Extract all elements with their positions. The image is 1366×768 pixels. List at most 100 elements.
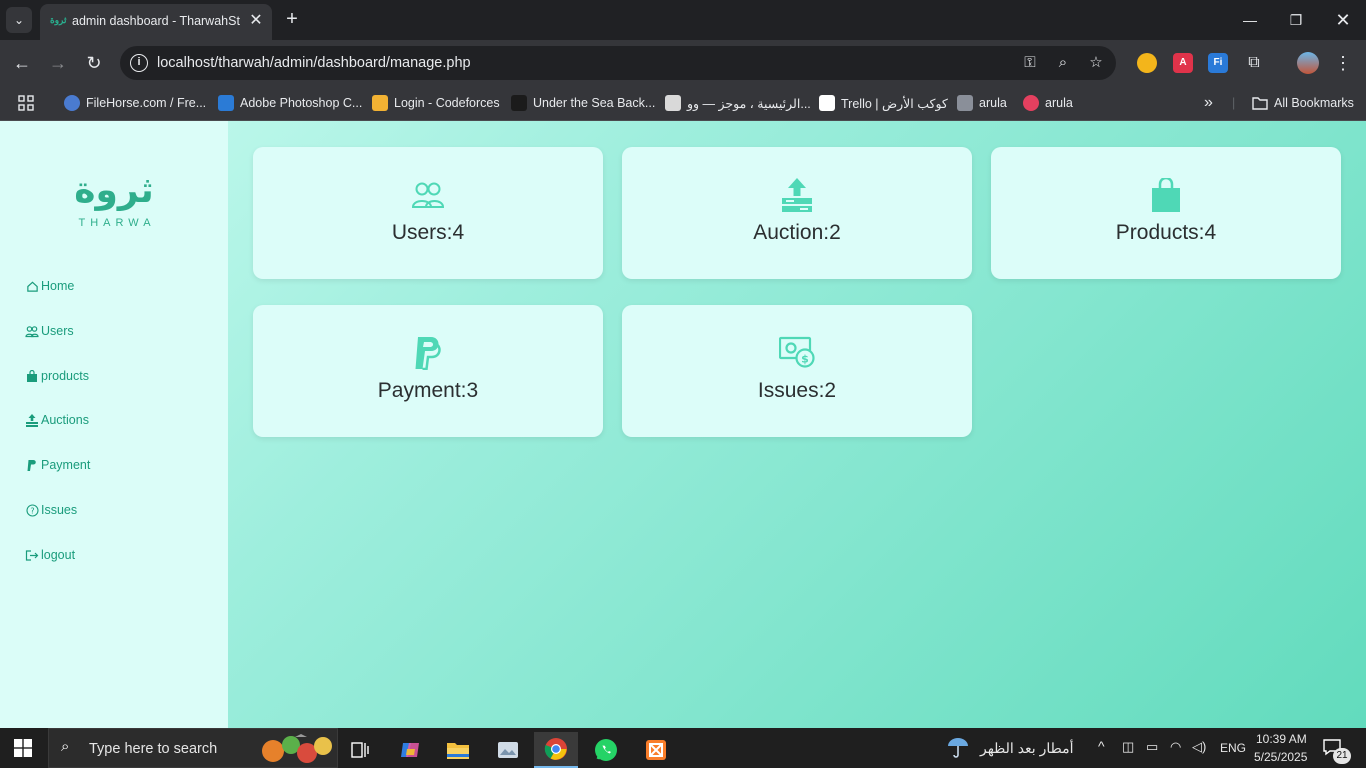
bookmark-favicon xyxy=(64,95,80,111)
extensions-puzzle-icon[interactable]: ⧉ xyxy=(1242,51,1266,75)
bookmark-favicon xyxy=(372,95,388,111)
site-info-icon[interactable]: i xyxy=(130,54,148,72)
password-key-icon[interactable]: ⚿ xyxy=(1020,53,1040,73)
sidebar-item-label: Users xyxy=(41,324,74,338)
battery-icon[interactable]: ▭ xyxy=(1146,739,1158,755)
all-bookmarks-button[interactable]: All Bookmarks xyxy=(1252,92,1354,114)
logo-arabic-text: ثروة xyxy=(74,170,154,211)
task-view-icon[interactable] xyxy=(338,732,382,768)
bookmarks-divider: | xyxy=(1232,96,1236,110)
back-button[interactable]: ← xyxy=(10,51,34,75)
sidebar-item-logout[interactable]: logout xyxy=(25,545,75,565)
pdf-extension-icon[interactable]: A xyxy=(1173,53,1193,73)
bookmark-item[interactable]: arula xyxy=(957,92,1007,114)
bookmarks-bar: FileHorse.com / Fre... Adobe Photoshop C… xyxy=(0,86,1366,121)
weather-text[interactable]: أمطار بعد الظهر xyxy=(980,740,1074,757)
sidebar-item-auctions[interactable]: Auctions xyxy=(25,410,89,430)
card-label: Issues:2 xyxy=(757,379,837,402)
paypal-icon xyxy=(408,333,448,373)
bookmark-item[interactable]: Under the Sea Back... xyxy=(511,92,655,114)
url-text[interactable]: localhost/tharwah/admin/dashboard/manage… xyxy=(157,55,471,71)
bookmark-label: Under the Sea Back... xyxy=(533,96,656,110)
search-icon: ⌕ xyxy=(61,738,70,755)
sidebar-item-payment[interactable]: Payment xyxy=(25,455,90,475)
bookmark-item[interactable]: Adobe Photoshop C... xyxy=(218,92,362,114)
reload-button[interactable]: ↻ xyxy=(82,51,106,75)
tab-favicon: ثروة xyxy=(50,15,67,25)
folder-icon xyxy=(1252,97,1268,110)
sidebar-item-home[interactable]: Home xyxy=(25,276,74,296)
minimize-button[interactable]: — xyxy=(1238,8,1262,32)
help-icon: ? xyxy=(25,503,39,517)
bookmark-label: Adobe Photoshop C... xyxy=(240,96,363,110)
sidebar-item-label: logout xyxy=(41,548,76,562)
svg-text:$: $ xyxy=(801,353,809,366)
profile-avatar[interactable] xyxy=(1297,52,1319,74)
bookmark-favicon xyxy=(957,95,973,111)
apps-grid-icon[interactable] xyxy=(18,92,34,114)
sidebar-item-users[interactable]: Users xyxy=(25,321,74,341)
auction-card[interactable]: Auction:2 xyxy=(622,147,972,279)
windows-start-icon[interactable] xyxy=(14,739,32,757)
browser-toolbar: ← → ↻ i localhost/tharwah/admin/dashboar… xyxy=(0,40,1366,86)
sidebar-item-products[interactable]: products xyxy=(25,366,89,386)
extension-icon[interactable] xyxy=(1137,53,1157,73)
sidebar-item-issues[interactable]: ? Issues xyxy=(25,500,77,520)
upload-icon xyxy=(25,413,39,427)
tab-strip: ⌄ ثروة admin dashboard - TharwahStore ✕ … xyxy=(0,0,1366,40)
file-explorer-icon[interactable] xyxy=(436,732,480,768)
clock-date[interactable]: 5/25/2025 xyxy=(1254,750,1307,764)
language-indicator[interactable]: ENG xyxy=(1220,741,1246,755)
close-window-button[interactable]: ✕ xyxy=(1331,8,1355,32)
tray-chevron-up-icon[interactable]: ^ xyxy=(1098,738,1105,754)
windows-taskbar: ⌕ Type here to search أمطار بعد الظهر ^ … xyxy=(0,728,1366,768)
sidebar-item-label: Home xyxy=(41,279,75,293)
bookmark-label: arula xyxy=(1045,96,1073,110)
sidebar: ثروة THARWA Home Users products Auctions… xyxy=(0,121,228,728)
svg-text:?: ? xyxy=(30,506,34,515)
forward-button[interactable]: → xyxy=(46,51,70,75)
browser-tab[interactable]: ثروة admin dashboard - TharwahStore ✕ xyxy=(40,4,272,40)
xampp-icon[interactable] xyxy=(634,732,678,768)
money-icon: $ xyxy=(777,333,817,373)
bookmark-star-icon[interactable]: ☆ xyxy=(1086,53,1106,73)
bookmark-item[interactable]: Trello | كوكب الأرض xyxy=(819,92,948,114)
tharwa-logo[interactable]: ثروة THARWA xyxy=(66,167,166,233)
payment-card[interactable]: Payment:3 xyxy=(253,305,603,437)
products-card[interactable]: Products:4 xyxy=(991,147,1341,279)
address-bar[interactable]: i localhost/tharwah/admin/dashboard/mana… xyxy=(120,46,1116,80)
bookmark-label: Trello | كوكب الأرض xyxy=(841,96,948,111)
card-label: Payment:3 xyxy=(377,379,479,402)
weather-icon[interactable] xyxy=(946,736,970,761)
search-highlight-image xyxy=(259,733,335,765)
photos-app-icon[interactable] xyxy=(486,732,530,768)
clock-time[interactable]: 10:39 AM xyxy=(1256,732,1307,746)
wifi-icon[interactable]: ◠ xyxy=(1170,739,1181,755)
tab-title: admin dashboard - TharwahStore xyxy=(72,14,240,28)
users-card[interactable]: Users:4 xyxy=(253,147,603,279)
more-bookmarks-icon[interactable]: » xyxy=(1204,92,1213,114)
logout-icon xyxy=(25,548,39,562)
whatsapp-icon[interactable] xyxy=(584,732,628,768)
bookmark-item[interactable]: FileHorse.com / Fre... xyxy=(64,92,206,114)
volume-icon[interactable]: ◁) xyxy=(1192,739,1206,755)
close-tab-icon[interactable]: ✕ xyxy=(247,12,265,30)
bookmark-item[interactable]: arula xyxy=(1023,92,1073,114)
issues-card[interactable]: $ Issues:2 xyxy=(622,305,972,437)
new-tab-button[interactable]: + xyxy=(282,9,302,31)
chrome-taskbar-icon[interactable] xyxy=(534,732,578,768)
browser-menu-icon[interactable]: ⋮ xyxy=(1331,51,1355,75)
bookmark-item[interactable]: Login - Codeforces xyxy=(372,92,500,114)
zoom-icon[interactable]: ⌕ xyxy=(1053,53,1073,73)
meet-now-icon[interactable]: ◫ xyxy=(1122,739,1134,755)
bookmark-label: arula xyxy=(979,96,1007,110)
translate-extension-icon[interactable]: Fi xyxy=(1208,53,1228,73)
tab-search-button[interactable]: ⌄ xyxy=(6,7,32,33)
sidebar-item-label: Issues xyxy=(41,503,78,517)
restore-button[interactable]: ❐ xyxy=(1284,8,1308,32)
copilot-icon[interactable] xyxy=(388,732,432,768)
bookmark-item[interactable]: الرئيسية ، موجز — وو... xyxy=(665,92,811,114)
taskbar-search[interactable]: ⌕ Type here to search xyxy=(48,728,338,768)
notification-count-badge: 21 xyxy=(1333,748,1351,764)
card-label: Users:4 xyxy=(391,221,465,244)
